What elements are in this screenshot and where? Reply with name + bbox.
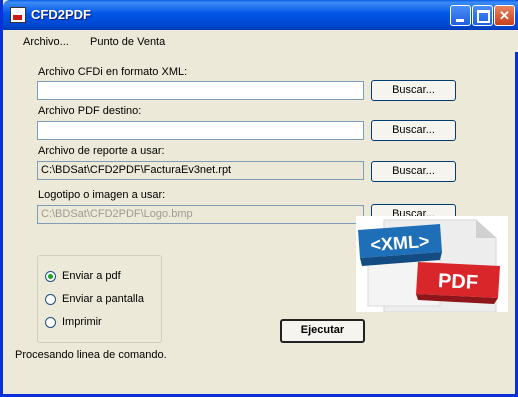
title-bar[interactable]: CFD2PDF ✕ bbox=[3, 0, 518, 30]
xml-file-label: Archivo CFDi en formato XML: bbox=[38, 66, 188, 78]
logo-pdf-text: PDF bbox=[437, 270, 478, 294]
pdf-file-label: Archivo PDF destino: bbox=[38, 105, 142, 117]
maximize-button[interactable] bbox=[472, 5, 493, 26]
option-label: Imprimir bbox=[62, 316, 102, 328]
execute-button[interactable]: Ejecutar bbox=[280, 319, 365, 343]
menu-bar: Archivo... Punto de Venta bbox=[6, 30, 518, 52]
xml-file-input[interactable] bbox=[37, 81, 364, 100]
logo-xml-text: <XML> bbox=[370, 231, 430, 255]
close-button[interactable]: ✕ bbox=[494, 5, 515, 26]
browse-report-button[interactable]: Buscar... bbox=[371, 161, 456, 182]
xml-pdf-logo-icon: <XML> PDF bbox=[358, 219, 500, 312]
minimize-button[interactable] bbox=[450, 5, 471, 26]
option-label: Enviar a pantalla bbox=[62, 293, 144, 305]
browse-pdf-button[interactable]: Buscar... bbox=[371, 120, 456, 141]
close-icon: ✕ bbox=[499, 8, 510, 23]
menu-archivo[interactable]: Archivo... bbox=[23, 36, 69, 48]
browse-xml-button[interactable]: Buscar... bbox=[371, 80, 456, 101]
minimize-icon bbox=[456, 19, 464, 22]
radio-enviar-pdf[interactable] bbox=[45, 271, 56, 282]
status-text: Procesando linea de comando. bbox=[15, 349, 167, 361]
window-title: CFD2PDF bbox=[31, 7, 91, 22]
report-file-label: Archivo de reporte a usar: bbox=[38, 145, 165, 157]
pdf-file-input[interactable] bbox=[37, 121, 364, 140]
option-label: Enviar a pdf bbox=[62, 270, 121, 282]
logo-file-label: Logotipo o imagen a usar: bbox=[38, 189, 166, 201]
logo-picture: <XML> PDF bbox=[356, 216, 508, 312]
report-file-input[interactable]: C:\BDSat\CFD2PDF\FacturaEv3net.rpt bbox=[37, 161, 364, 180]
radio-enviar-pantalla[interactable] bbox=[45, 294, 56, 305]
menu-punto-de-venta[interactable]: Punto de Venta bbox=[90, 36, 165, 48]
logo-file-input[interactable]: C:\BDSat\CFD2PDF\Logo.bmp bbox=[37, 205, 364, 224]
radio-imprimir[interactable] bbox=[45, 317, 56, 328]
maximize-icon bbox=[477, 10, 490, 23]
app-icon[interactable] bbox=[10, 7, 26, 23]
